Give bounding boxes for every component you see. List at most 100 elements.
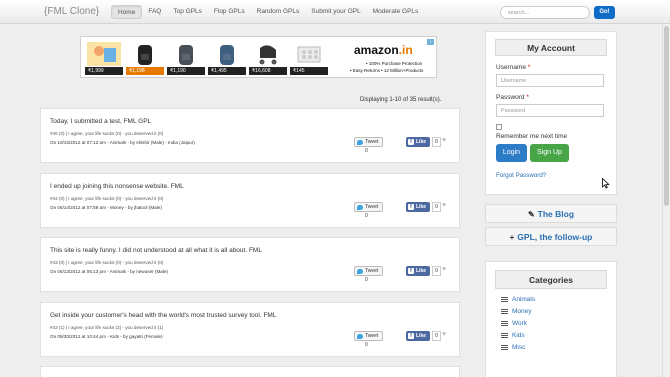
- facebook-like-button[interactable]: f Like: [406, 137, 430, 147]
- list-icon: [501, 332, 508, 338]
- post-meta: On 06/13/2012 at 05:13 pm - Animals - by…: [50, 269, 168, 274]
- password-field[interactable]: Password: [496, 104, 604, 117]
- ad-price: ₹1,198: [126, 67, 164, 75]
- facebook-icon: f: [408, 333, 414, 339]
- stroller-image: [251, 42, 285, 66]
- nav-submit-gpl[interactable]: Submit your GPL: [305, 5, 367, 19]
- pencil-icon: ✎: [527, 210, 535, 219]
- twitter-icon: [357, 140, 363, 145]
- nav-flop-gpls[interactable]: Flop GPLs: [208, 5, 251, 19]
- ad-tagline: • 100% Purchase Protection: [366, 61, 423, 66]
- post-votes[interactable]: #44 (0) | I agree, your life sucks (0) -…: [50, 196, 163, 201]
- account-title: My Account: [495, 39, 607, 56]
- twitter-icon: [357, 269, 363, 274]
- facebook-icon: f: [408, 268, 414, 274]
- ad-price: ₹16,608: [249, 67, 287, 75]
- heart-icon[interactable]: ♥: [442, 137, 446, 144]
- post-text: Today, I submitted a test, FML GPL: [50, 118, 152, 125]
- list-icon: [501, 308, 508, 314]
- blog-link[interactable]: ✎ The Blog: [485, 204, 617, 223]
- password-label: Password *: [496, 94, 529, 101]
- post-text: I ended up joining this nonsense website…: [50, 183, 184, 190]
- like-count: 0: [432, 202, 441, 212]
- nav-faq[interactable]: FAQ: [142, 5, 167, 19]
- kids-product-image: [87, 42, 121, 66]
- amazon-ad-banner[interactable]: ₹1,999 ₹1,198 ₹1,190 ₹1,495 ₹16,608 ₹145…: [80, 36, 437, 78]
- post-text: This site is really funny. I did not und…: [50, 247, 262, 254]
- ad-price: ₹1,999: [85, 67, 123, 75]
- tweet-button[interactable]: Tweet 0: [354, 331, 383, 348]
- category-money[interactable]: Money: [501, 308, 532, 315]
- facebook-like-button[interactable]: f Like: [406, 202, 430, 212]
- navbar: {FML Clone} Home FAQ Top GPLs Flop GPLs …: [0, 0, 670, 24]
- ad-product[interactable]: ₹1,190: [167, 40, 205, 76]
- backpack-image: [128, 42, 162, 66]
- twitter-icon: [357, 205, 363, 210]
- gpl-follow-up-link[interactable]: + GPL, the follow-up: [485, 227, 617, 246]
- gpl-post: Today, I submitted a test, FML GPL #46 (…: [40, 108, 460, 163]
- site-brand[interactable]: {FML Clone}: [44, 6, 99, 17]
- like-count: 0: [432, 331, 441, 341]
- main-nav: Home FAQ Top GPLs Flop GPLs Random GPLs …: [111, 5, 424, 19]
- search-input[interactable]: search...: [500, 6, 590, 19]
- ad-product[interactable]: ₹1,495: [208, 40, 246, 76]
- like-count: 0: [432, 137, 441, 147]
- nav-home[interactable]: Home: [111, 5, 143, 19]
- category-work[interactable]: Work: [501, 320, 527, 327]
- list-icon: [501, 344, 508, 350]
- gpl-post: I ended up joining this nonsense website…: [40, 173, 460, 228]
- category-kids[interactable]: Kids: [501, 332, 525, 339]
- mouse-cursor-icon: [602, 178, 610, 189]
- gpl-post: This site is really funny. I did not und…: [40, 237, 460, 292]
- nav-random-gpls[interactable]: Random GPLs: [251, 5, 306, 19]
- scrollbar-thumb[interactable]: [664, 26, 669, 206]
- username-field[interactable]: Username: [496, 74, 604, 87]
- category-animals[interactable]: Animals: [501, 296, 535, 303]
- heart-icon[interactable]: ♥: [442, 266, 446, 273]
- page-scrollbar[interactable]: [662, 24, 670, 377]
- search-go-button[interactable]: Go!: [594, 6, 615, 19]
- post-meta: On 10/15/2012 at 07:12 am - Animals - by…: [50, 140, 195, 145]
- signup-button[interactable]: Sign Up: [530, 144, 569, 162]
- list-icon: [501, 320, 508, 326]
- backpack-image: [210, 42, 244, 66]
- remember-me-label: Remember me next time: [496, 133, 568, 140]
- amazon-logo: amazon.in: [354, 43, 413, 57]
- ad-product[interactable]: ₹145: [290, 40, 328, 76]
- ad-product[interactable]: ₹1,198: [126, 40, 164, 76]
- gpl-post: Get inside your customer's head with the…: [40, 302, 460, 357]
- nav-top-gpls[interactable]: Top GPLs: [167, 5, 208, 19]
- login-button[interactable]: Login: [496, 144, 527, 162]
- tweet-button[interactable]: Tweet 0: [354, 266, 383, 283]
- nav-moderate-gpls[interactable]: Moderate GPLs: [367, 5, 425, 19]
- category-misc[interactable]: Misc: [501, 344, 525, 351]
- tweet-button[interactable]: Tweet 0: [354, 137, 383, 154]
- ad-product[interactable]: ₹1,999: [85, 40, 123, 76]
- forgot-password-link[interactable]: Forgot Password?: [496, 172, 546, 179]
- facebook-icon: f: [408, 139, 414, 145]
- post-text: Get inside your customer's head with the…: [50, 312, 277, 319]
- ad-price: ₹1,495: [208, 67, 246, 75]
- post-votes[interactable]: #46 (0) | I agree, your life sucks (0) -…: [50, 131, 163, 136]
- facebook-like-button[interactable]: f Like: [406, 331, 430, 341]
- ad-price: ₹145: [290, 67, 328, 75]
- tweet-button[interactable]: Tweet 0: [354, 202, 383, 219]
- heart-icon[interactable]: ♥: [442, 202, 446, 209]
- ad-tagline: • Easy Returns • 12 Million+Products: [350, 68, 424, 73]
- facebook-icon: f: [408, 204, 414, 210]
- gift-box-image: [292, 42, 326, 66]
- heart-icon[interactable]: ♥: [442, 331, 446, 338]
- facebook-like-button[interactable]: f Like: [406, 266, 430, 276]
- backpack-image: [169, 42, 203, 66]
- twitter-icon: [357, 334, 363, 339]
- ad-price: ₹1,190: [167, 67, 205, 75]
- post-votes[interactable]: #42 (1) | I agree, your life sucks (2) -…: [50, 325, 163, 330]
- ad-info-icon[interactable]: i: [427, 39, 434, 45]
- post-votes[interactable]: #43 (0) | I agree, your life sucks (0) -…: [50, 260, 163, 265]
- remember-me-checkbox[interactable]: [496, 124, 502, 130]
- post-meta: On 05/30/2012 at 10:44 pm - Kids - by ga…: [50, 334, 163, 339]
- post-meta: On 06/14/2012 at 07:58 am - Money - by j…: [50, 205, 162, 210]
- results-count: Displaying 1-10 of 35 result(s).: [360, 97, 442, 103]
- ad-product[interactable]: ₹16,608: [249, 40, 287, 76]
- like-count: 0: [432, 266, 441, 276]
